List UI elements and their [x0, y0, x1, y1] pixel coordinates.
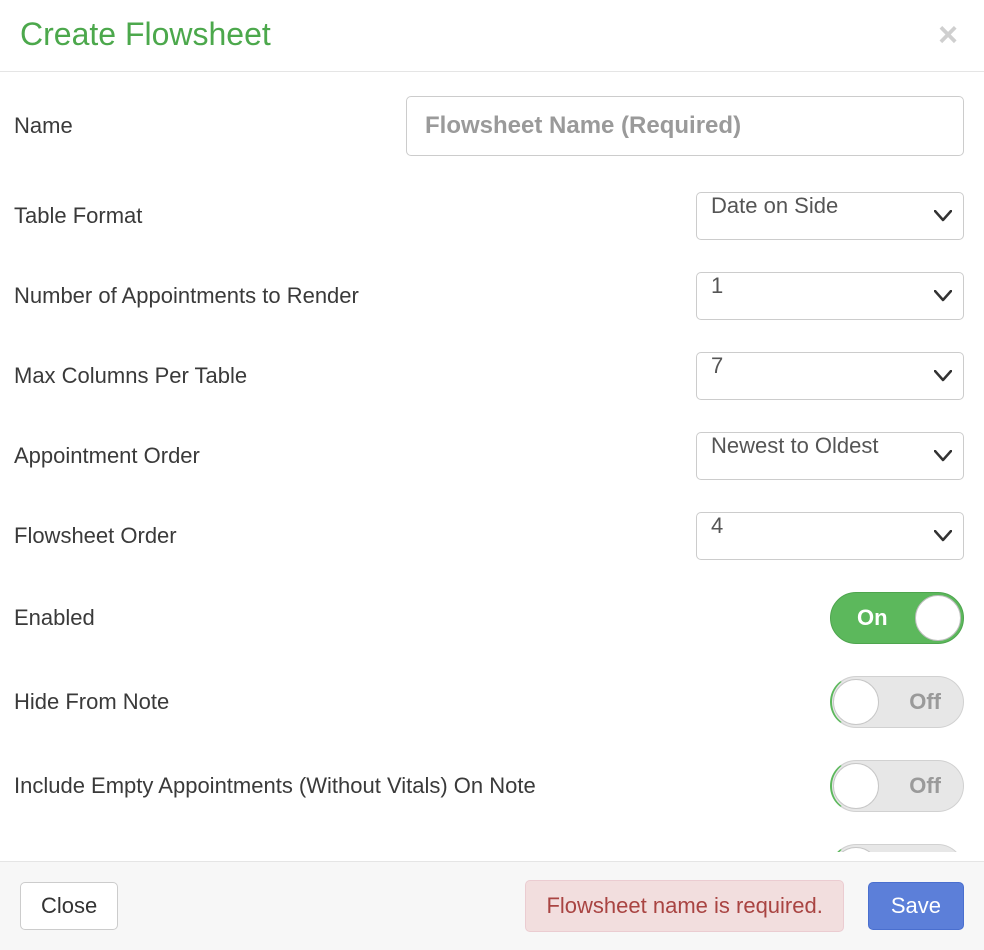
enabled-toggle[interactable]: On — [830, 592, 964, 644]
max-columns-select-wrap: 7 — [696, 352, 964, 400]
label-num-appointments: Number of Appointments to Render — [14, 283, 696, 309]
auto-balance-toggle[interactable]: Off — [830, 844, 964, 852]
row-flowsheet-order: Flowsheet Order 4 — [14, 512, 964, 560]
hide-from-note-toggle[interactable]: Off — [830, 676, 964, 728]
row-auto-balance: Auto Balance Table Columns Off — [14, 844, 964, 852]
num-appointments-select[interactable]: 1 — [696, 272, 964, 320]
num-appointments-select-wrap: 1 — [696, 272, 964, 320]
flowsheet-name-input[interactable] — [406, 96, 964, 156]
row-enabled: Enabled On — [14, 592, 964, 644]
close-button[interactable]: Close — [20, 882, 118, 930]
toggle-knob — [833, 679, 879, 725]
close-icon[interactable]: × — [932, 18, 964, 52]
modal-footer: Close Flowsheet name is required. Save — [0, 861, 984, 950]
label-max-columns: Max Columns Per Table — [14, 363, 696, 389]
label-flowsheet-order: Flowsheet Order — [14, 523, 696, 549]
flowsheet-order-select-wrap: 4 — [696, 512, 964, 560]
row-num-appointments: Number of Appointments to Render 1 — [14, 272, 964, 320]
footer-right: Flowsheet name is required. Save — [525, 880, 964, 932]
toggle-knob — [833, 763, 879, 809]
row-max-columns: Max Columns Per Table 7 — [14, 352, 964, 400]
modal-header: Create Flowsheet × — [0, 0, 984, 72]
table-format-select-wrap: Date on Side — [696, 192, 964, 240]
include-empty-toggle[interactable]: Off — [830, 760, 964, 812]
modal-title: Create Flowsheet — [20, 16, 271, 53]
label-include-empty: Include Empty Appointments (Without Vita… — [14, 773, 830, 799]
toggle-knob — [915, 595, 961, 641]
toggle-label-off: Off — [909, 773, 941, 799]
label-enabled: Enabled — [14, 605, 830, 631]
row-appointment-order: Appointment Order Newest to Oldest — [14, 432, 964, 480]
row-name: Name — [14, 96, 964, 156]
label-hide-from-note: Hide From Note — [14, 689, 830, 715]
label-table-format: Table Format — [14, 203, 696, 229]
row-include-empty: Include Empty Appointments (Without Vita… — [14, 760, 964, 812]
label-appointment-order: Appointment Order — [14, 443, 696, 469]
label-name: Name — [14, 113, 406, 139]
toggle-label-off: Off — [909, 689, 941, 715]
toggle-knob — [833, 847, 879, 852]
appointment-order-select-wrap: Newest to Oldest — [696, 432, 964, 480]
save-button[interactable]: Save — [868, 882, 964, 930]
appointment-order-select[interactable]: Newest to Oldest — [696, 432, 964, 480]
table-format-select[interactable]: Date on Side — [696, 192, 964, 240]
max-columns-select[interactable]: 7 — [696, 352, 964, 400]
row-table-format: Table Format Date on Side — [14, 192, 964, 240]
toggle-label-on: On — [857, 605, 888, 631]
error-alert: Flowsheet name is required. — [525, 880, 843, 932]
flowsheet-order-select[interactable]: 4 — [696, 512, 964, 560]
modal-body: Name Table Format Date on Side Number of… — [0, 72, 984, 852]
row-hide-from-note: Hide From Note Off — [14, 676, 964, 728]
